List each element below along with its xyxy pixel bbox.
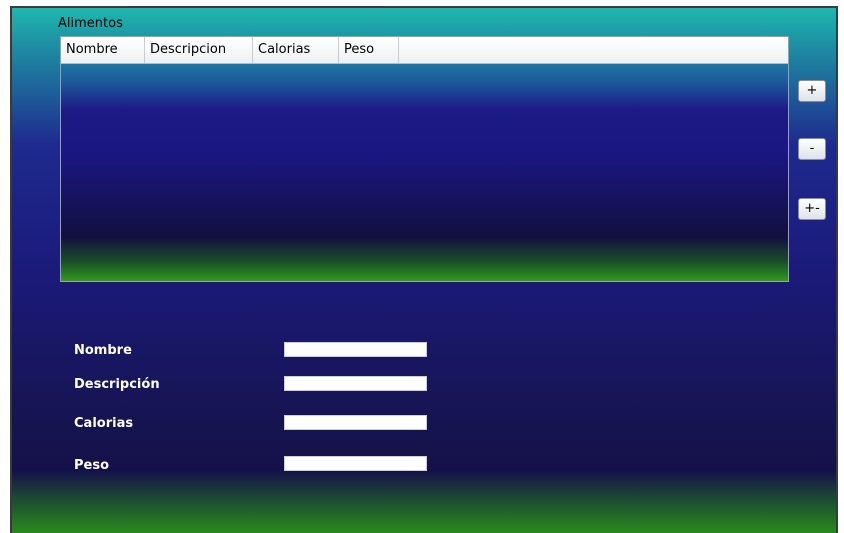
app-window: Alimentos Nombre Descripcion Calorias Pe… xyxy=(10,6,838,533)
descripcion-label: Descripción xyxy=(74,377,160,392)
add-button[interactable]: + xyxy=(798,80,826,102)
food-data-grid[interactable]: Nombre Descripcion Calorias Peso xyxy=(60,36,789,282)
peso-label: Peso xyxy=(74,458,110,473)
remove-button[interactable]: - xyxy=(798,138,826,160)
group-title: Alimentos xyxy=(58,16,123,31)
calorias-field[interactable] xyxy=(284,415,427,430)
plus-minus-button[interactable]: +- xyxy=(798,198,826,220)
calorias-label: Calorias xyxy=(74,416,134,431)
nombre-label: Nombre xyxy=(74,343,132,358)
descripcion-field[interactable] xyxy=(284,376,427,391)
column-header-peso[interactable]: Peso xyxy=(339,37,399,63)
column-header-calorias[interactable]: Calorias xyxy=(253,37,339,63)
grid-header: Nombre Descripcion Calorias Peso xyxy=(61,37,788,64)
nombre-field[interactable] xyxy=(284,342,427,357)
column-header-descripcion[interactable]: Descripcion xyxy=(145,37,253,63)
column-header-nombre[interactable]: Nombre xyxy=(61,37,145,63)
peso-field[interactable] xyxy=(284,456,427,471)
